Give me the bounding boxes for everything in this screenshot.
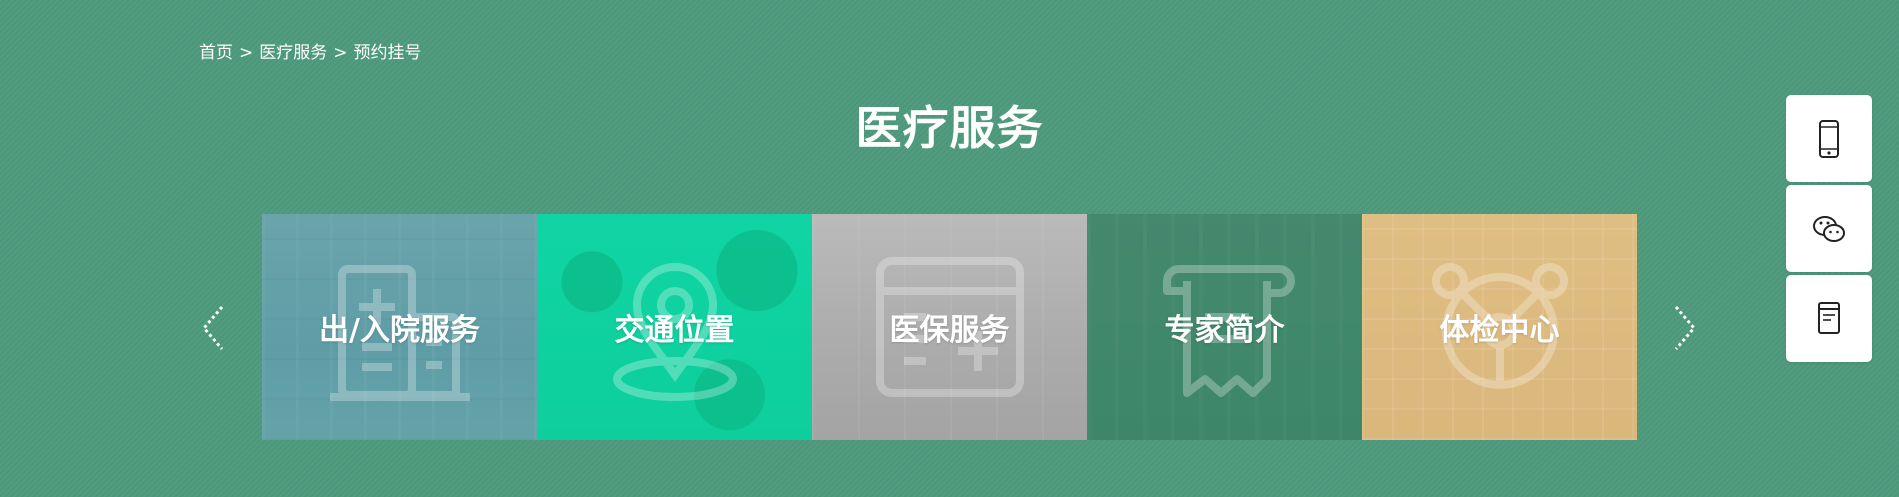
document-icon [1818,301,1840,334]
service-card-location[interactable]: 交通位置 [537,214,812,440]
breadcrumb-separator: > [333,43,348,63]
service-carousel: 出/入院服务 交通位置 医保服务 专家简介 体检中心 [262,214,1637,440]
card-label: 医保服务 [889,313,1010,348]
breadcrumb-current[interactable]: 预约挂号 [354,43,422,63]
card-label: 专家简介 [1164,313,1285,348]
card-label: 交通位置 [614,313,735,348]
breadcrumb-medical-services[interactable]: 医疗服务 [259,43,327,63]
carousel-next-button[interactable] [1670,303,1700,353]
chevron-right-icon [1674,306,1696,350]
card-label: 体检中心 [1439,313,1560,348]
breadcrumb: 首页 > 医疗服务 > 预约挂号 [199,38,422,63]
chevron-left-icon [202,306,224,350]
breadcrumb-separator: > [239,43,254,63]
wechat-button[interactable] [1786,185,1872,272]
document-button[interactable] [1786,275,1872,362]
wechat-icon [1813,215,1845,242]
side-toolbar [1786,95,1874,362]
card-label: 出/入院服务 [319,313,480,348]
mobile-button[interactable] [1786,95,1872,182]
breadcrumb-home[interactable]: 首页 [199,43,233,63]
page-title: 医疗服务 [855,101,1044,155]
carousel-prev-button[interactable] [198,303,228,353]
service-card-insurance[interactable]: 医保服务 [812,214,1087,440]
service-card-experts[interactable]: 专家简介 [1087,214,1362,440]
service-card-admission[interactable]: 出/入院服务 [262,214,537,440]
mobile-phone-icon [1819,119,1839,158]
service-card-checkup[interactable]: 体检中心 [1362,214,1637,440]
